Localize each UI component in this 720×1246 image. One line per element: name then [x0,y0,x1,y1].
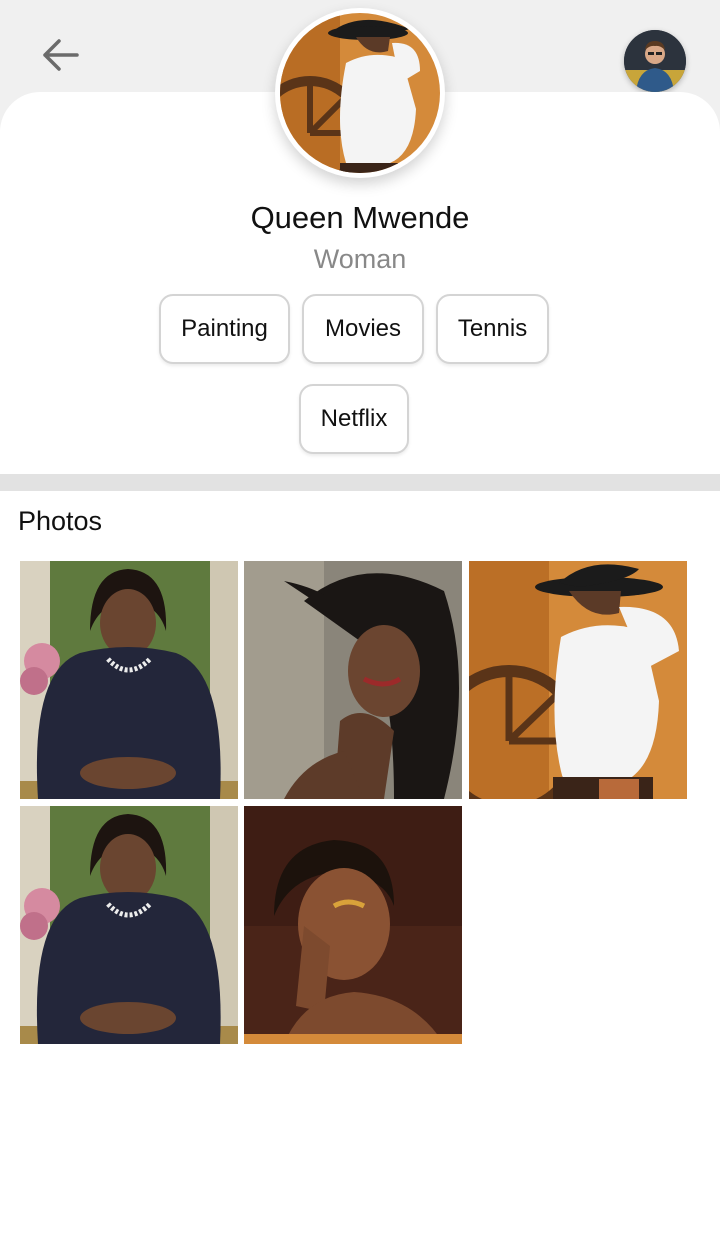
avatar-image [624,30,686,92]
profile-image [280,13,440,173]
photo-thumbnail[interactable] [469,561,687,799]
photo-image [469,561,687,799]
photo-image [20,806,238,1044]
photo-thumbnail[interactable] [20,561,238,799]
profile-gender: Woman [313,244,407,274]
interest-chip[interactable]: Tennis [436,294,549,364]
photo-thumbnail[interactable] [20,806,238,1044]
interest-chip[interactable]: Movies [302,294,424,364]
user-avatar[interactable] [624,30,686,92]
back-button[interactable] [34,30,84,80]
profile-photo[interactable] [275,8,445,178]
photo-thumbnail[interactable] [244,561,462,799]
arrow-left-icon [43,39,79,71]
photos-title: Photos [18,506,103,536]
photo-thumbnail[interactable] [244,806,462,1044]
photo-image [20,561,238,799]
section-divider [0,474,720,491]
interest-chip[interactable]: Netflix [299,384,409,454]
photo-image [244,806,462,1044]
photo-image [244,561,462,799]
interest-chip[interactable]: Painting [159,294,290,364]
profile-name: Queen Mwende [250,200,470,235]
